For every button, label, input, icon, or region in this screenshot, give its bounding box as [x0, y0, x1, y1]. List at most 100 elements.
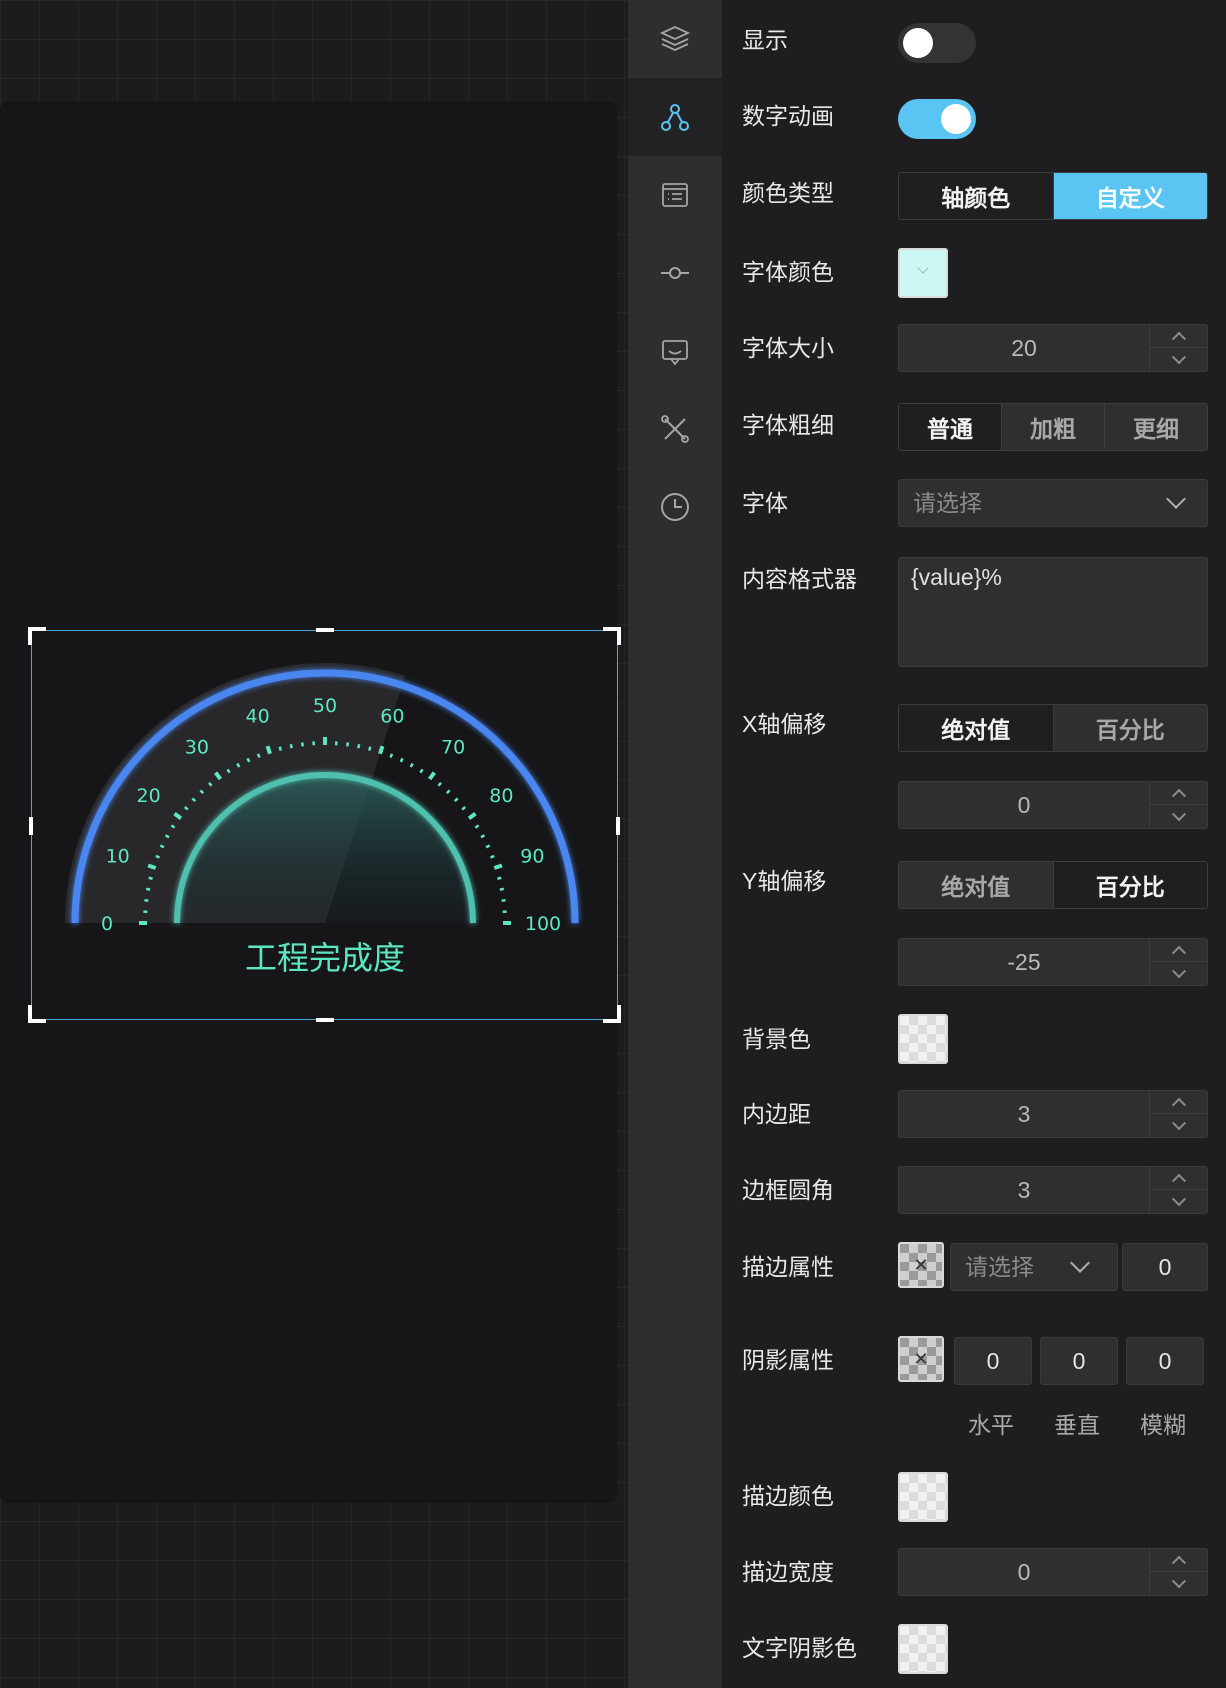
- gauge-tick: [144, 898, 149, 902]
- font-weight-normal-option[interactable]: 普通: [899, 404, 1002, 450]
- gauge-tick: [409, 762, 414, 768]
- chevron-up-icon: [1171, 1097, 1186, 1112]
- border-radius-value[interactable]: 3: [899, 1167, 1149, 1213]
- x-offset-percent-option[interactable]: 百分比: [1053, 705, 1207, 751]
- padding-input[interactable]: 3: [898, 1090, 1208, 1138]
- rail-item-clock[interactable]: [628, 468, 722, 546]
- x-offset-label: X轴偏移: [742, 711, 827, 737]
- y-offset-input[interactable]: -25: [898, 938, 1208, 986]
- increment-button[interactable]: [1150, 1091, 1207, 1114]
- shadow-vertical-input[interactable]: 0: [1040, 1337, 1118, 1385]
- padding-value[interactable]: 3: [899, 1091, 1149, 1137]
- decrement-button[interactable]: [1150, 1114, 1207, 1137]
- gauge-tick-label: 30: [185, 737, 209, 759]
- y-offset-absolute-option[interactable]: 绝对值: [899, 862, 1054, 908]
- message-icon: [662, 340, 688, 366]
- background-label: 背景色: [742, 1026, 811, 1052]
- chevron-down-icon: [1171, 806, 1186, 821]
- properties-panel: 显示 数字动画 颜色类型 轴颜色 自定义 字体颜色 字体大小 20 字体粗细 普…: [722, 0, 1226, 1688]
- gauge-tick: [148, 876, 153, 880]
- gauge-tick: [159, 844, 165, 849]
- stroke-color-swatch[interactable]: ✕: [898, 1242, 944, 1288]
- decrement-button[interactable]: [1150, 962, 1207, 985]
- increment-button[interactable]: [1150, 325, 1207, 348]
- decrement-button[interactable]: [1150, 348, 1207, 371]
- font-color-swatch[interactable]: [898, 248, 948, 298]
- shadow-blur-input[interactable]: 0: [1126, 1337, 1204, 1385]
- decrement-button[interactable]: [1150, 1190, 1207, 1213]
- color-type-custom-option[interactable]: 自定义: [1053, 173, 1207, 219]
- y-offset-label: Y轴偏移: [742, 868, 827, 894]
- rail-item-message[interactable]: [628, 312, 722, 390]
- gauge-tick: [428, 771, 436, 781]
- x-offset-input[interactable]: 0: [898, 781, 1208, 829]
- background-color-swatch[interactable]: [898, 1014, 948, 1064]
- chevron-up-icon: [1171, 331, 1186, 346]
- shadow-vertical-caption: 垂直: [1054, 1412, 1100, 1438]
- stroke-width-label: 描边宽度: [742, 1559, 834, 1585]
- increment-button[interactable]: [1150, 782, 1207, 805]
- gauge-chart: 0 10 20 30 40 50 60 70 80 90 100 工程完成度: [65, 663, 579, 977]
- gauge-tick: [467, 812, 477, 820]
- decrement-button[interactable]: [1150, 805, 1207, 828]
- increment-button[interactable]: [1150, 939, 1207, 962]
- gauge-tick-label: 80: [489, 785, 513, 807]
- gauge-tick: [399, 757, 404, 763]
- data-list-icon: [662, 183, 688, 207]
- decrement-button[interactable]: [1150, 1572, 1207, 1595]
- gauge-tick: [289, 743, 293, 749]
- color-type-segmented: 轴颜色 自定义: [898, 172, 1208, 220]
- x-offset-stepper: [1149, 782, 1207, 828]
- increment-button[interactable]: [1150, 1549, 1207, 1572]
- chevron-down-icon: [1166, 489, 1186, 509]
- gauge-tick-label: 100: [525, 913, 561, 935]
- rail-item-tools[interactable]: [628, 390, 722, 468]
- formatter-textarea[interactable]: {value}%: [898, 557, 1208, 667]
- chevron-up-icon: [1171, 1555, 1186, 1570]
- event-commit-icon: [661, 267, 689, 279]
- increment-button[interactable]: [1150, 1167, 1207, 1190]
- shadow-color-swatch[interactable]: ✕: [898, 1336, 944, 1382]
- tools-icon: [661, 415, 689, 443]
- toggle-knob: [941, 104, 971, 134]
- number-animation-toggle[interactable]: [898, 99, 976, 139]
- rail-item-component-nodes[interactable]: [628, 78, 722, 156]
- stroke-width-input[interactable]: 0: [1122, 1243, 1208, 1291]
- gauge-tick: [368, 746, 372, 751]
- font-family-select[interactable]: 请选择: [898, 479, 1208, 527]
- gauge-widget[interactable]: 0 10 20 30 40 50 60 70 80 90 100 工程完成度: [28, 627, 621, 1023]
- stroke-style-select[interactable]: 请选择: [950, 1243, 1118, 1291]
- y-offset-percent-option[interactable]: 百分比: [1053, 862, 1207, 908]
- stroke-width-number-input[interactable]: 0: [898, 1548, 1208, 1596]
- text-shadow-color-swatch[interactable]: [898, 1624, 948, 1674]
- font-size-value[interactable]: 20: [899, 325, 1149, 371]
- color-type-axis-option[interactable]: 轴颜色: [899, 173, 1054, 219]
- rail-item-data-list[interactable]: [628, 156, 722, 234]
- font-size-input[interactable]: 20: [898, 324, 1208, 372]
- gauge-tick: [155, 854, 160, 859]
- stroke-width-value[interactable]: 0: [899, 1549, 1149, 1595]
- y-offset-value[interactable]: -25: [899, 939, 1149, 985]
- font-color-label: 字体颜色: [742, 259, 834, 285]
- shadow-label: 阴影属性: [742, 1347, 834, 1373]
- rail-item-event-commit[interactable]: [628, 234, 722, 312]
- toggle-knob: [903, 28, 933, 58]
- gauge-tick-label: 0: [101, 913, 113, 935]
- font-weight-bold-option[interactable]: 加粗: [1002, 404, 1105, 450]
- x-offset-absolute-option[interactable]: 绝对值: [899, 705, 1054, 751]
- border-radius-input[interactable]: 3: [898, 1166, 1208, 1214]
- x-offset-value[interactable]: 0: [899, 782, 1149, 828]
- font-weight-lighter-option[interactable]: 更细: [1105, 404, 1207, 450]
- number-animation-label: 数字动画: [742, 103, 834, 129]
- stroke-color-picker[interactable]: [898, 1472, 948, 1522]
- rail-item-layers[interactable]: [628, 0, 722, 78]
- gauge-tick: [419, 768, 424, 774]
- chevron-down-icon: [1171, 1115, 1186, 1130]
- stroke-color-label: 描边颜色: [742, 1483, 834, 1509]
- design-canvas[interactable]: 0 10 20 30 40 50 60 70 80 90 100 工程完成度: [0, 0, 628, 1688]
- gauge-tick-label: 60: [380, 706, 404, 728]
- padding-label: 内边距: [742, 1101, 811, 1127]
- shadow-horizontal-input[interactable]: 0: [954, 1337, 1032, 1385]
- show-toggle[interactable]: [898, 23, 976, 63]
- show-label: 显示: [742, 27, 788, 53]
